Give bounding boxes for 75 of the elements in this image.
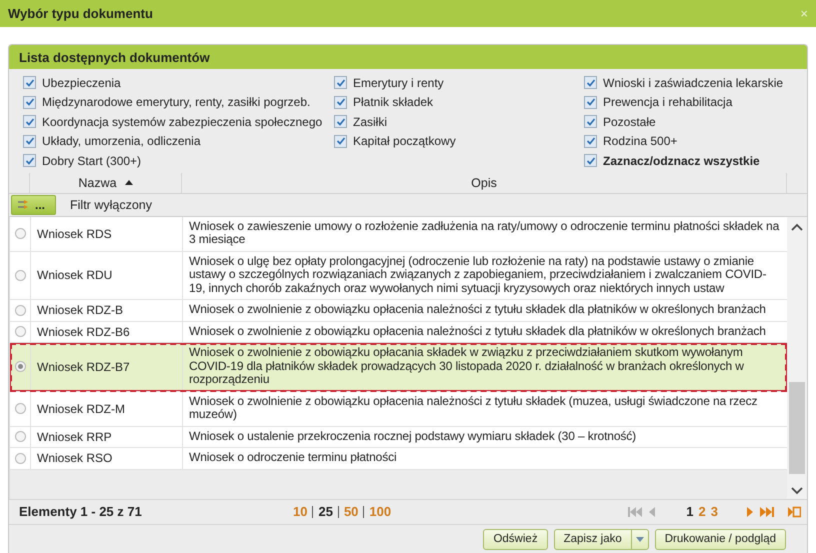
checkbox[interactable] xyxy=(23,76,36,90)
table-row[interactable]: Wniosek RDZ-B Wniosek o zwolnienie z obowiązku opłacenia należności z tytułu składek dla płatników w określonych branżach xyxy=(10,300,787,322)
export-icon xyxy=(788,506,801,518)
radio-button[interactable] xyxy=(14,361,26,372)
table-cell: Wniosek RDU xyxy=(30,252,182,299)
next-page-icon xyxy=(746,506,754,518)
scrollbar[interactable] xyxy=(787,216,807,498)
checkbox[interactable] xyxy=(23,154,36,168)
table-cell: Wniosek RDZ-B xyxy=(30,300,182,320)
checkbox[interactable] xyxy=(334,76,347,90)
page-link[interactable]: 1 xyxy=(686,504,694,519)
checkbox[interactable] xyxy=(584,154,597,168)
scroll-down-icon xyxy=(791,486,803,494)
category-label[interactable]: Wnioski i zaświadczenia lekarskie xyxy=(603,76,784,90)
table-row[interactable]: Wniosek RRP Wniosek o ustalenie przekroczenia rocznej podstawy wymiaru składek (30 – krotność) xyxy=(10,426,787,448)
table-cell: Wniosek RDZ-B6 xyxy=(30,322,182,342)
filter-icon xyxy=(17,199,29,210)
items-count: Elementy 1 - 25 z 71 xyxy=(19,504,143,519)
scroll-up-icon xyxy=(791,222,803,232)
category-label[interactable]: Ubezpieczenia xyxy=(42,76,121,90)
checkbox[interactable] xyxy=(584,96,597,109)
radio-button[interactable] xyxy=(14,431,26,442)
checkbox[interactable] xyxy=(23,115,36,128)
table-row[interactable] xyxy=(10,252,787,300)
category-label[interactable]: Zasiłki xyxy=(353,114,388,129)
page-size-link[interactable]: 25 xyxy=(318,504,333,519)
column-header[interactable]: Opis xyxy=(181,172,787,192)
filter-status: Filtr wyłączony xyxy=(70,198,152,212)
radio-button[interactable] xyxy=(14,403,26,414)
previous-page-icon xyxy=(648,506,656,518)
radio-button[interactable] xyxy=(14,304,26,316)
radio-button[interactable] xyxy=(14,452,26,464)
radio-button[interactable] xyxy=(14,228,26,239)
table-row[interactable]: Wniosek RDS Wniosek o zawieszenie umowy o rozłożenie zadłużenia na raty/umowy o odroczenie terminu płatności składek na 3 miesiące xyxy=(10,216,787,252)
category-label[interactable]: Dobry Start (300+) xyxy=(42,154,142,168)
checkbox[interactable] xyxy=(584,76,597,90)
category-label[interactable]: Pozostałe xyxy=(603,114,656,129)
table-cell: Wniosek RSO xyxy=(30,448,182,468)
last-page-icon xyxy=(760,506,774,518)
category-label[interactable]: Układy, umorzenia, odliczenia xyxy=(42,134,201,148)
column-header[interactable]: Nazwa xyxy=(29,172,181,192)
action-button[interactable]: Zapisz jako xyxy=(554,528,649,550)
category-label[interactable]: Koordynacja systemów zabezpieczenia społecznego xyxy=(42,114,322,129)
window-title: Wybór typu dokumentu xyxy=(8,6,153,21)
category-label[interactable]: Międzynarodowe emerytury, renty, zasiłki pogrzeb. xyxy=(42,95,310,110)
category-label[interactable]: Rodzina 500+ xyxy=(603,134,678,148)
sort-arrow-icon xyxy=(124,179,133,186)
table-row[interactable]: Wniosek RDZ-B6 Wniosek o zwolnienie z obowiązku opłacenia należności z tytułu składek dla płatników w określonych branżach xyxy=(10,322,787,343)
table-row[interactable]: Wniosek RSO Wniosek o odroczenie terminu płatności xyxy=(10,448,787,470)
category-label[interactable]: Kapitał początkowy xyxy=(353,134,456,148)
checkbox[interactable] xyxy=(334,96,347,109)
dropdown-arrow-icon xyxy=(636,536,644,542)
filter-button[interactable]: ... xyxy=(11,194,56,214)
checkbox[interactable] xyxy=(23,134,36,148)
table-cell: Wniosek RDZ-M xyxy=(30,392,182,426)
radio-button[interactable] xyxy=(14,270,26,281)
checkbox[interactable] xyxy=(23,96,36,109)
table-cell: Wniosek RDZ-B7 xyxy=(30,343,182,390)
category-label[interactable]: Płatnik składek xyxy=(353,95,434,110)
action-button[interactable]: Odśwież xyxy=(483,528,548,550)
first-page-icon xyxy=(628,506,642,518)
select-all-label[interactable]: Zaznacz/odznacz wszystkie xyxy=(603,154,760,168)
checkbox[interactable] xyxy=(334,134,347,148)
radio-button[interactable] xyxy=(14,326,26,338)
table-row[interactable] xyxy=(10,343,787,392)
checkbox[interactable] xyxy=(334,115,347,128)
checkbox[interactable] xyxy=(584,134,597,148)
checkbox[interactable] xyxy=(584,115,597,128)
category-label[interactable]: Emerytury i renty xyxy=(353,76,444,90)
panel-title: Lista dostępnych dokumentów xyxy=(19,50,210,64)
action-button[interactable]: Drukowanie / podgląd xyxy=(654,528,786,550)
table-row[interactable]: Wniosek RDZ-M Wniosek o zwolnienie z obowiązku opłacenia należności z tytułu składek (muzea, usługi świadczone na rzecz muzeów) xyxy=(10,392,787,426)
category-label[interactable]: Prewencja i rehabilitacja xyxy=(603,95,732,110)
table-cell: Wniosek RRP xyxy=(30,426,182,447)
table-cell: Wniosek RDS xyxy=(30,216,182,250)
